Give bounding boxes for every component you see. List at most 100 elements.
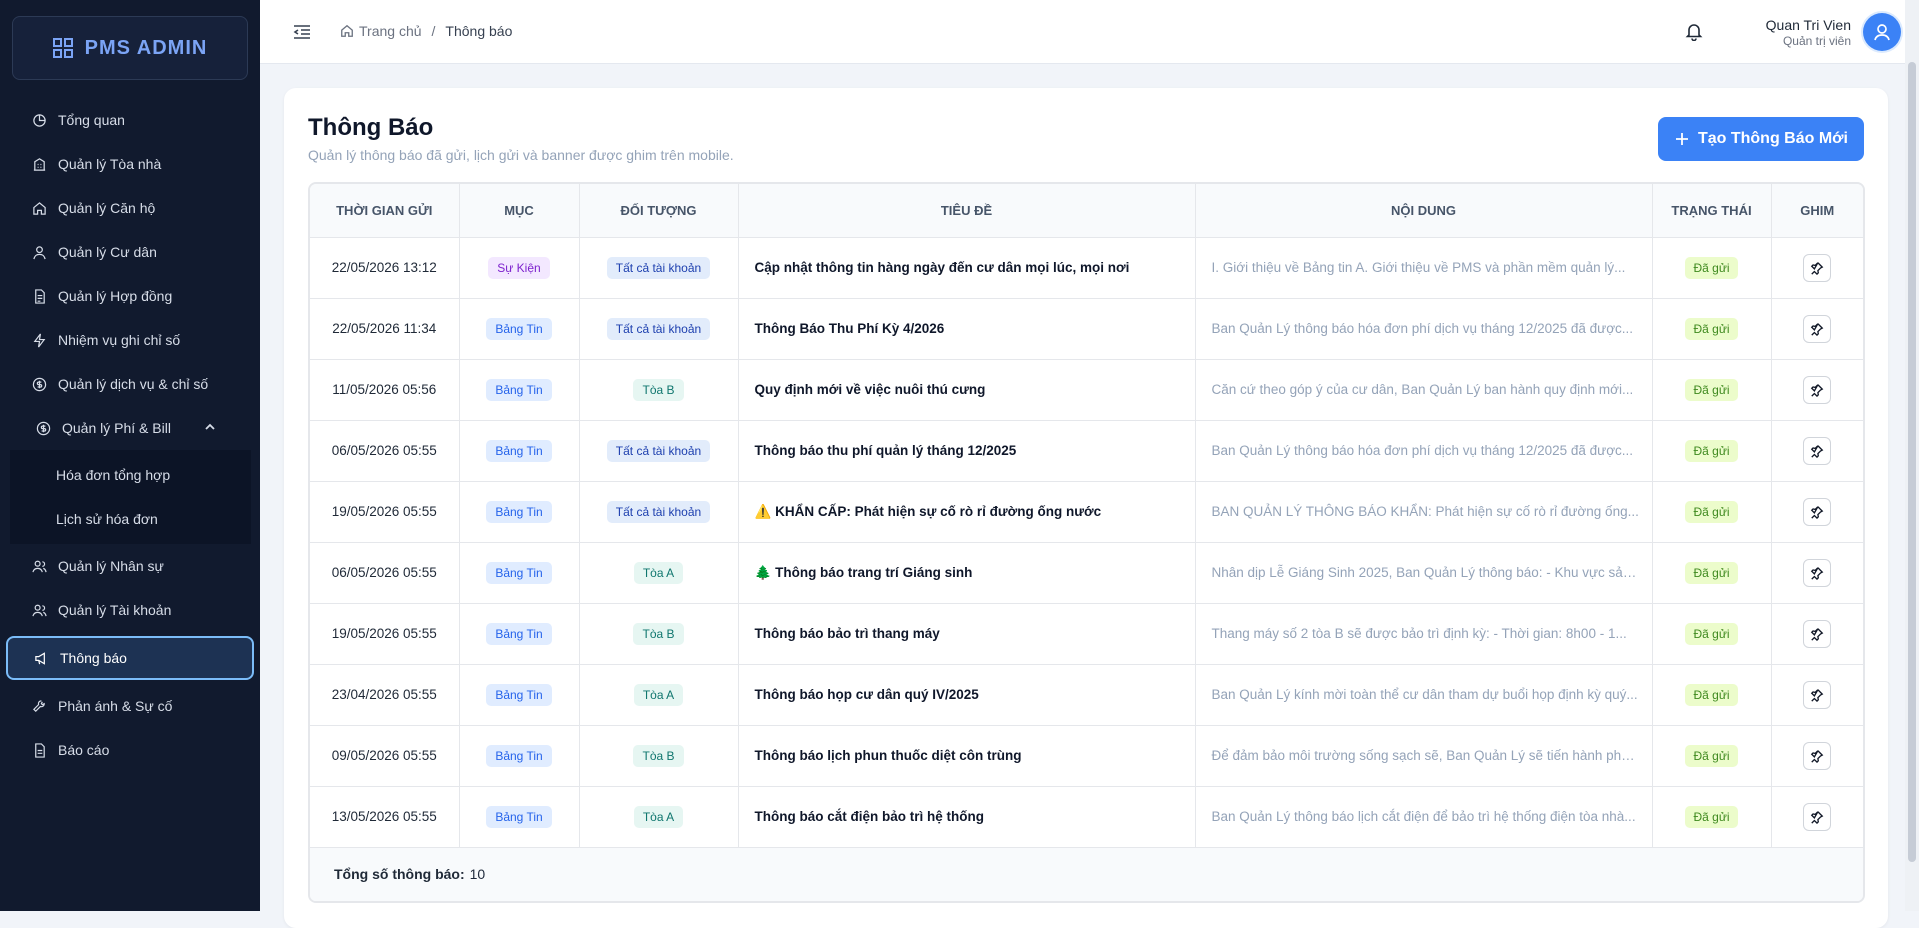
subject-text: Thông Báo Thu Phí Kỳ 4/2026 bbox=[754, 321, 945, 336]
scrollbar[interactable] bbox=[1905, 0, 1919, 911]
pin-button[interactable] bbox=[1803, 253, 1832, 282]
chevron-up-icon bbox=[205, 423, 215, 430]
sent-time: 06/05/2026 05:55 bbox=[310, 542, 460, 604]
column-header[interactable]: Trạng thái bbox=[1652, 184, 1772, 238]
pin-icon bbox=[1811, 505, 1824, 519]
create-notification-button[interactable]: Tạo Thông Báo Mới bbox=[1657, 117, 1864, 161]
column-header[interactable]: Tiêu đề bbox=[738, 184, 1196, 238]
subject-cell[interactable]: Thông Báo Thu Phí Kỳ 4/2026 bbox=[738, 298, 1196, 360]
sidebar-item-label: Quản lý Tòa nhà bbox=[58, 156, 162, 172]
sidebar-item-label: Phản ánh & Sự cố bbox=[58, 698, 173, 714]
subject-cell[interactable]: Quy định mới về việc nuôi thú cưng bbox=[738, 359, 1196, 421]
pin-button[interactable] bbox=[1803, 375, 1832, 404]
sidebar-item[interactable]: Quản lý Hợp đồng bbox=[0, 274, 260, 318]
column-header[interactable]: Nội dung bbox=[1195, 184, 1653, 238]
category-badge: Bảng Tin bbox=[486, 317, 552, 340]
content-preview: Căn cứ theo góp ý của cư dân, Ban Quản L… bbox=[1195, 359, 1653, 421]
subject-cell[interactable]: Cập nhật thông tin hàng ngày đến cư dân … bbox=[738, 237, 1196, 299]
scrollbar-thumb[interactable] bbox=[1908, 62, 1916, 862]
content-preview: Ban Quản Lý thông báo hóa đơn phí dịch v… bbox=[1195, 298, 1653, 360]
sidebar-item[interactable]: Phản ánh & Sự cố bbox=[0, 684, 260, 728]
status-badge: Đã gửi bbox=[1685, 623, 1738, 645]
user-menu[interactable]: Quan Tri Vien Quản trị viên bbox=[1766, 13, 1901, 51]
pin-button[interactable] bbox=[1803, 314, 1832, 343]
status-badge: Đã gửi bbox=[1685, 684, 1738, 706]
breadcrumb: Trang chủ / Thông báo bbox=[340, 23, 512, 39]
column-header[interactable]: Ghim bbox=[1771, 184, 1863, 238]
table-body: 22/05/2026 13:12 Sự Kiện Tất cả tài khoản C… bbox=[310, 237, 1863, 848]
menu-toggle-icon[interactable] bbox=[292, 22, 312, 42]
sidebar-item-label: Thông báo bbox=[60, 650, 127, 666]
sidebar-subitem[interactable]: Lịch sử hóa đơn bbox=[10, 497, 251, 541]
subject-cell[interactable]: Thông báo thu phí quản lý tháng 12/2025 bbox=[738, 420, 1196, 482]
breadcrumb-home-label: Trang chủ bbox=[359, 23, 422, 39]
sidebar-item-notifications[interactable]: Thông báo bbox=[6, 636, 254, 680]
sidebar-item[interactable]: Nhiệm vụ ghi chỉ số bbox=[0, 318, 260, 362]
subject-text: Thông báo lịch phun thuốc diệt côn trùng bbox=[754, 748, 1022, 763]
logo-text: PMS ADMIN bbox=[84, 36, 208, 59]
sidebar-item-label: Nhiệm vụ ghi chỉ số bbox=[58, 332, 181, 348]
logo[interactable]: PMS ADMIN bbox=[12, 16, 248, 80]
subject-text: Thông báo thu phí quản lý tháng 12/2025 bbox=[754, 443, 1017, 458]
pin-button[interactable] bbox=[1803, 619, 1832, 648]
pin-button[interactable] bbox=[1803, 497, 1832, 526]
column-header[interactable]: Đối tượng bbox=[579, 184, 739, 238]
category-badge: Bảng Tin bbox=[486, 683, 552, 706]
table-row[interactable]: 22/05/2026 13:12 Sự Kiện Tất cả tài khoản C… bbox=[310, 237, 1863, 299]
sent-time: 23/04/2026 05:55 bbox=[310, 664, 460, 726]
subject-cell[interactable]: Thông báo lịch phun thuốc diệt côn trùng bbox=[738, 725, 1196, 787]
create-notification-label: Tạo Thông Báo Mới bbox=[1697, 130, 1848, 147]
subject-cell[interactable]: ⚠️ KHẨN CẤP: Phát hiện sự cố rò rỉ đường… bbox=[738, 481, 1196, 543]
subject-emoji: 🌲 bbox=[754, 564, 772, 580]
status-badge: Đã gửi bbox=[1685, 806, 1738, 828]
sidebar-item[interactable]: Quản lý Cư dân bbox=[0, 230, 260, 274]
sidebar-item[interactable]: Tổng quan bbox=[0, 98, 260, 142]
table-row[interactable]: 06/05/2026 05:55 Bảng Tin Tòa A 🌲 Thông báo… bbox=[310, 542, 1863, 604]
sidebar-group-fees[interactable]: Quản lý Phí & Bill bbox=[0, 406, 260, 450]
table-row[interactable]: 19/05/2026 05:55 Bảng Tin Tòa B Thông báo b… bbox=[310, 603, 1863, 665]
bell-icon[interactable] bbox=[1684, 21, 1704, 41]
dollar-circle-icon bbox=[36, 421, 51, 435]
sidebar-item[interactable]: Quản lý Tài khoản bbox=[0, 588, 260, 632]
subject-cell[interactable]: Thông báo họp cư dân quý IV/2025 bbox=[738, 664, 1196, 726]
sent-time: 13/05/2026 05:55 bbox=[310, 786, 460, 848]
subject-cell[interactable]: Thông báo bảo trì thang máy bbox=[738, 603, 1196, 665]
pin-button[interactable] bbox=[1803, 680, 1832, 709]
subject-emoji: ⚠️ bbox=[754, 503, 772, 519]
subject-text: Thông báo họp cư dân quý IV/2025 bbox=[754, 687, 979, 702]
avatar[interactable] bbox=[1863, 13, 1901, 51]
column-header[interactable]: Thời gian gửi bbox=[310, 184, 460, 238]
table-row[interactable]: 09/05/2026 05:55 Bảng Tin Tòa B Thông báo l… bbox=[310, 725, 1863, 787]
pin-icon bbox=[1811, 566, 1824, 580]
status-badge: Đã gửi bbox=[1685, 379, 1738, 401]
breadcrumb-current: Thông báo bbox=[445, 23, 513, 39]
pin-button[interactable] bbox=[1803, 802, 1832, 831]
subject-text: Thông báo bảo trì thang máy bbox=[754, 626, 940, 641]
sidebar-subitem[interactable]: Hóa đơn tổng hợp bbox=[10, 453, 251, 497]
sidebar-item[interactable]: Quản lý Nhân sự bbox=[0, 544, 260, 588]
pin-icon bbox=[1811, 261, 1824, 275]
table-row[interactable]: 06/05/2026 05:55 Bảng Tin Tất cả tài khoản… bbox=[310, 420, 1863, 482]
pin-icon bbox=[1811, 383, 1824, 397]
pin-button[interactable] bbox=[1803, 741, 1832, 770]
sidebar-item[interactable]: Quản lý Căn hộ bbox=[0, 186, 260, 230]
table-row[interactable]: 11/05/2026 05:56 Bảng Tin Tòa B Quy định mớ… bbox=[310, 359, 1863, 421]
column-header[interactable]: Mục bbox=[459, 184, 580, 238]
subject-cell[interactable]: 🌲 Thông báo trang trí Giáng sinh bbox=[738, 542, 1196, 604]
subject-cell[interactable]: Thông báo cắt điện bảo trì hệ thống bbox=[738, 786, 1196, 848]
status-badge: Đã gửi bbox=[1685, 440, 1738, 462]
pin-button[interactable] bbox=[1803, 558, 1832, 587]
sidebar-item[interactable]: Quản lý dịch vụ & chỉ số bbox=[0, 362, 260, 406]
table-row[interactable]: 22/05/2026 11:34 Bảng Tin Tất cả tài khoản… bbox=[310, 298, 1863, 360]
sidebar-item-label: Quản lý Tài khoản bbox=[58, 602, 172, 618]
content-preview: Ban Quản Lý kính mời toàn thể cư dân tha… bbox=[1195, 664, 1653, 726]
sidebar-item[interactable]: Quản lý Tòa nhà bbox=[0, 142, 260, 186]
table-row[interactable]: 13/05/2026 05:55 Bảng Tin Tòa A Thông báo c… bbox=[310, 786, 1863, 848]
category-badge: Bảng Tin bbox=[486, 439, 552, 462]
target-badge: Tòa A bbox=[633, 805, 684, 828]
breadcrumb-home[interactable]: Trang chủ bbox=[340, 23, 422, 39]
table-row[interactable]: 19/05/2026 05:55 Bảng Tin Tất cả tài khoản… bbox=[310, 481, 1863, 543]
pin-button[interactable] bbox=[1803, 436, 1832, 465]
table-row[interactable]: 23/04/2026 05:55 Bảng Tin Tòa A Thông báo h… bbox=[310, 664, 1863, 726]
sidebar-item[interactable]: Báo cáo bbox=[0, 728, 260, 772]
